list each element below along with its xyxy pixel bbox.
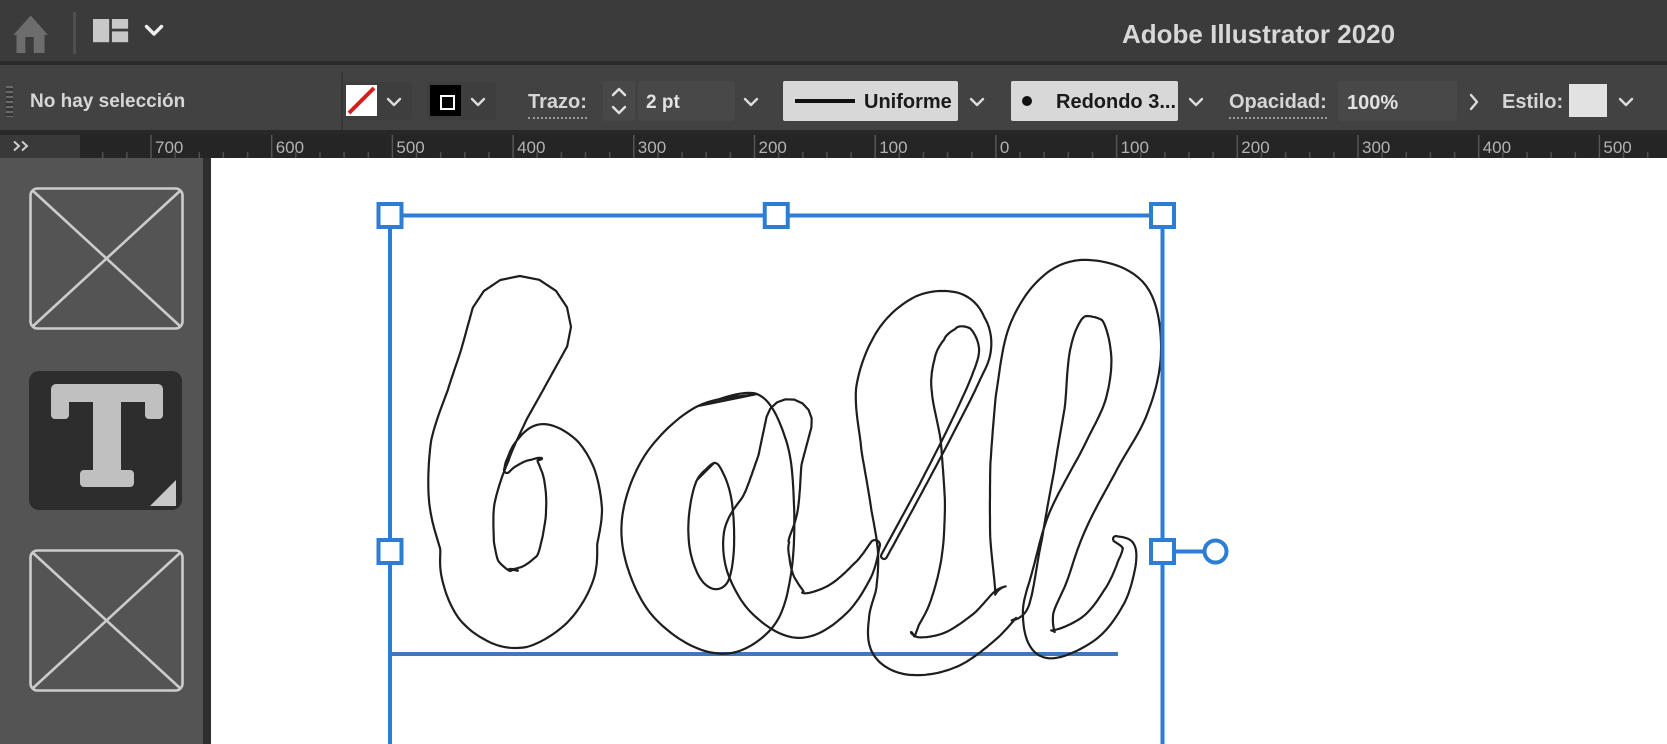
svg-text:100: 100 [1121,138,1149,157]
svg-text:100: 100 [879,138,907,157]
svg-text:200: 200 [1241,138,1269,157]
svg-text:600: 600 [276,138,304,157]
svg-text:0: 0 [1000,138,1009,157]
svg-text:400: 400 [517,138,545,157]
svg-text:700: 700 [155,138,183,157]
svg-text:500: 500 [1603,138,1631,157]
svg-text:500: 500 [396,138,424,157]
svg-text:400: 400 [1483,138,1511,157]
svg-text:200: 200 [759,138,787,157]
svg-text:300: 300 [638,138,666,157]
svg-text:300: 300 [1362,138,1390,157]
